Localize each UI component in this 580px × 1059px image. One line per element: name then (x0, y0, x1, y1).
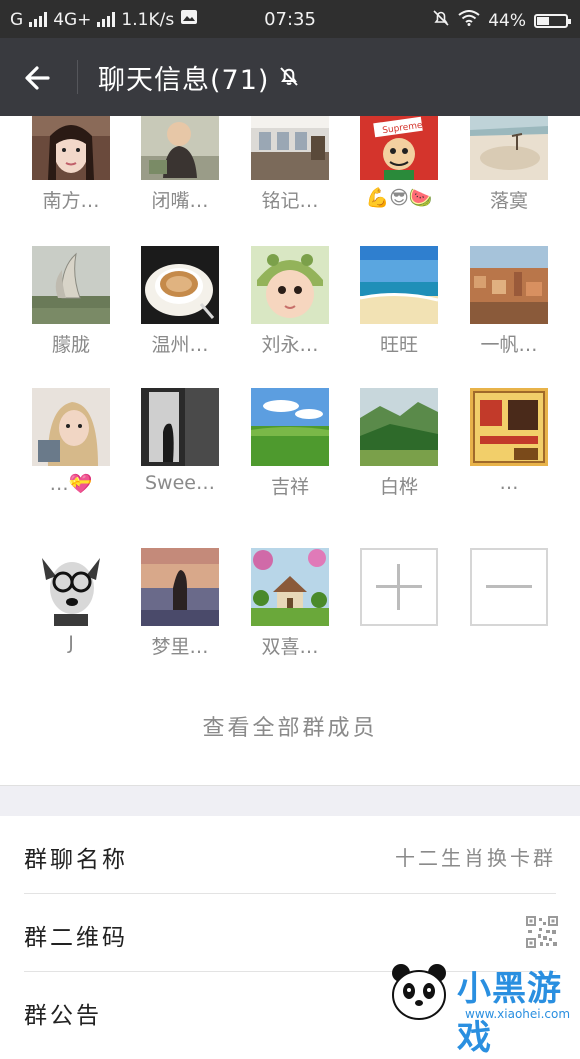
app-header: 聊天信息(71) (0, 38, 580, 116)
member-item[interactable]: J (16, 548, 126, 654)
group-name-value: 十二生肖换卡群 (395, 846, 556, 870)
avatar (32, 116, 110, 180)
avatar (360, 246, 438, 324)
group-notice-label: 群公告 (24, 1003, 102, 1029)
member-name: 旺旺 (379, 334, 418, 356)
battery-percent: 44% (488, 10, 526, 31)
site-watermark: 小黑游戏 www.xiaohei.com (387, 959, 572, 1058)
title-wrap: 聊天信息(71) (98, 58, 301, 97)
member-name: 铭记… (261, 190, 319, 212)
header-divider (77, 60, 78, 94)
member-item[interactable]: 白桦 (344, 388, 454, 499)
minus-bar (486, 585, 532, 588)
member-item[interactable]: 一帆… (454, 246, 564, 357)
group-name-row[interactable]: 群聊名称 十二生肖换卡群 (0, 816, 580, 894)
add-member-button[interactable] (344, 548, 454, 626)
avatar (470, 246, 548, 324)
member-item[interactable]: …💝 (16, 388, 126, 495)
battery-fill (537, 16, 549, 25)
member-item[interactable]: 闭嘴… (125, 116, 235, 213)
member-item[interactable]: … (454, 388, 564, 494)
member-name: 吉祥 (270, 476, 309, 498)
member-name: 一帆… (480, 334, 538, 356)
member-item[interactable]: 旺旺 (344, 246, 454, 357)
remove-member-button[interactable] (454, 548, 564, 626)
panda-logo-icon (387, 959, 453, 1029)
member-name: Swee… (145, 472, 215, 494)
avatar (141, 116, 219, 180)
member-name: … (499, 472, 519, 494)
member-item[interactable]: 吉祥 (235, 388, 345, 499)
member-item[interactable]: 温州… (125, 246, 235, 357)
avatar: Supreme (360, 116, 438, 180)
avatar (360, 388, 438, 466)
group-qr-label: 群二维码 (24, 925, 128, 951)
member-name: 南方… (42, 190, 100, 212)
member-name: 白桦 (379, 476, 418, 498)
avatar (251, 388, 329, 466)
plus-icon[interactable] (360, 548, 438, 626)
member-item[interactable]: 南方… (16, 116, 126, 213)
member-item[interactable]: Supreme 💪😎🍉 (344, 116, 454, 209)
member-name: 闭嘴… (151, 190, 209, 212)
member-name: …💝 (49, 473, 93, 495)
member-name: 💪😎🍉 (365, 187, 433, 209)
mute-status-icon (432, 9, 450, 32)
status-bar: G 4G+ 1.1K/s 07:35 44% (0, 0, 580, 38)
member-item[interactable]: 朦胧 (16, 246, 126, 357)
member-name: 落寞 (489, 190, 528, 212)
member-item[interactable]: Swee… (125, 388, 235, 494)
minus-icon[interactable] (470, 548, 548, 626)
member-item[interactable]: 双喜… (235, 548, 345, 659)
avatar (141, 388, 219, 466)
plus-bar-vertical (397, 564, 400, 610)
avatar (141, 548, 219, 626)
member-name: 双喜… (261, 636, 319, 658)
member-name: J (68, 632, 74, 654)
group-name-label: 群聊名称 (24, 847, 128, 873)
mute-bell-icon (277, 64, 301, 92)
qr-code-icon (526, 916, 558, 948)
avatar (251, 246, 329, 324)
avatar (470, 388, 548, 466)
member-item[interactable]: 落寞 (454, 116, 564, 213)
page-title: 聊天信息(71) (98, 65, 270, 96)
wifi-icon (458, 10, 480, 31)
avatar (470, 116, 548, 180)
member-name: 梦里… (151, 636, 209, 658)
member-item[interactable]: 铭记… (235, 116, 345, 213)
avatar (251, 548, 329, 626)
section-separator (0, 785, 580, 816)
status-right: 44% (432, 9, 571, 32)
member-item[interactable]: 梦里… (125, 548, 235, 659)
member-item[interactable]: 刘永… (235, 246, 345, 357)
battery-icon (534, 13, 571, 28)
back-arrow-icon[interactable] (20, 58, 60, 98)
avatar (32, 388, 110, 466)
watermark-url: www.xiaohei.com (465, 1007, 571, 1021)
member-name: 温州… (151, 334, 209, 356)
avatar (32, 548, 110, 626)
avatar (141, 246, 219, 324)
avatar (32, 246, 110, 324)
avatar (251, 116, 329, 180)
member-name: 朦胧 (51, 334, 90, 356)
view-all-members-link[interactable]: 查看全部群成员 (0, 710, 580, 742)
member-name: 刘永… (261, 334, 319, 356)
